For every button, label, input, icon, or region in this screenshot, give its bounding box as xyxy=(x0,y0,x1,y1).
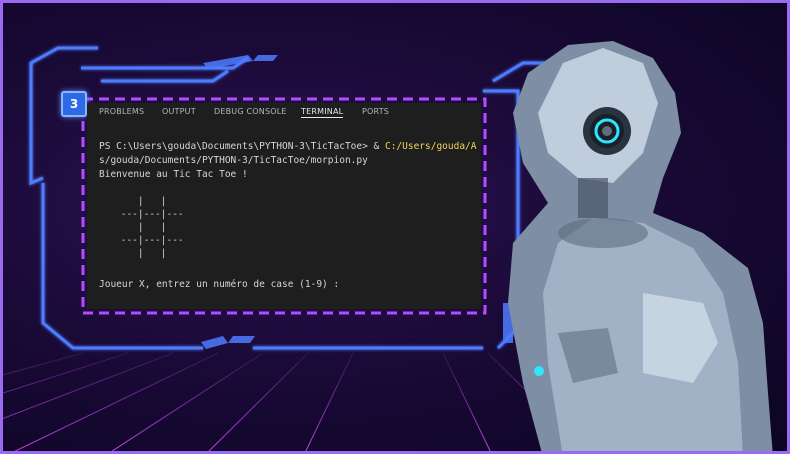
thumbnail-frame: 3 PROBLEMS OUTPUT DEBUG CONSOLE TERMINAL… xyxy=(0,0,790,454)
board-separator: ---|---|--- xyxy=(115,235,184,246)
tab-debug-console[interactable]: DEBUG CONSOLE xyxy=(214,107,287,116)
board-separator: ---|---|--- xyxy=(115,209,184,220)
terminal-panel: PROBLEMS OUTPUT DEBUG CONSOLE TERMINAL P… xyxy=(87,103,481,309)
episode-number-badge: 3 xyxy=(61,91,87,117)
terminal-input-prompt[interactable]: Joueur X, entrez un numéro de case (1-9)… xyxy=(99,279,339,290)
terminal-welcome: Bienvenue au Tic Tac Toe ! xyxy=(99,169,248,180)
panel-tab-bar: PROBLEMS OUTPUT DEBUG CONSOLE TERMINAL P… xyxy=(87,103,481,123)
board-row: | | xyxy=(115,222,167,233)
terminal-path-continued: s/gouda/Documents/PYTHON-3/TicTacToe/mor… xyxy=(99,155,368,166)
tab-problems[interactable]: PROBLEMS xyxy=(99,107,144,116)
board-row: | | xyxy=(115,196,167,207)
prompt-text: PS C:\Users\gouda\Documents\PYTHON-3\Tic… xyxy=(99,141,385,152)
board-row: | | xyxy=(115,248,167,259)
tab-ports[interactable]: PORTS xyxy=(362,107,389,116)
command-path: C:/Users/gouda/A xyxy=(384,141,477,152)
tab-output[interactable]: OUTPUT xyxy=(162,107,196,116)
robot-illustration xyxy=(508,41,773,451)
tab-terminal[interactable]: TERMINAL xyxy=(301,107,344,118)
terminal-prompt-line: PS C:\Users\gouda\Documents\PYTHON-3\Tic… xyxy=(99,141,477,152)
